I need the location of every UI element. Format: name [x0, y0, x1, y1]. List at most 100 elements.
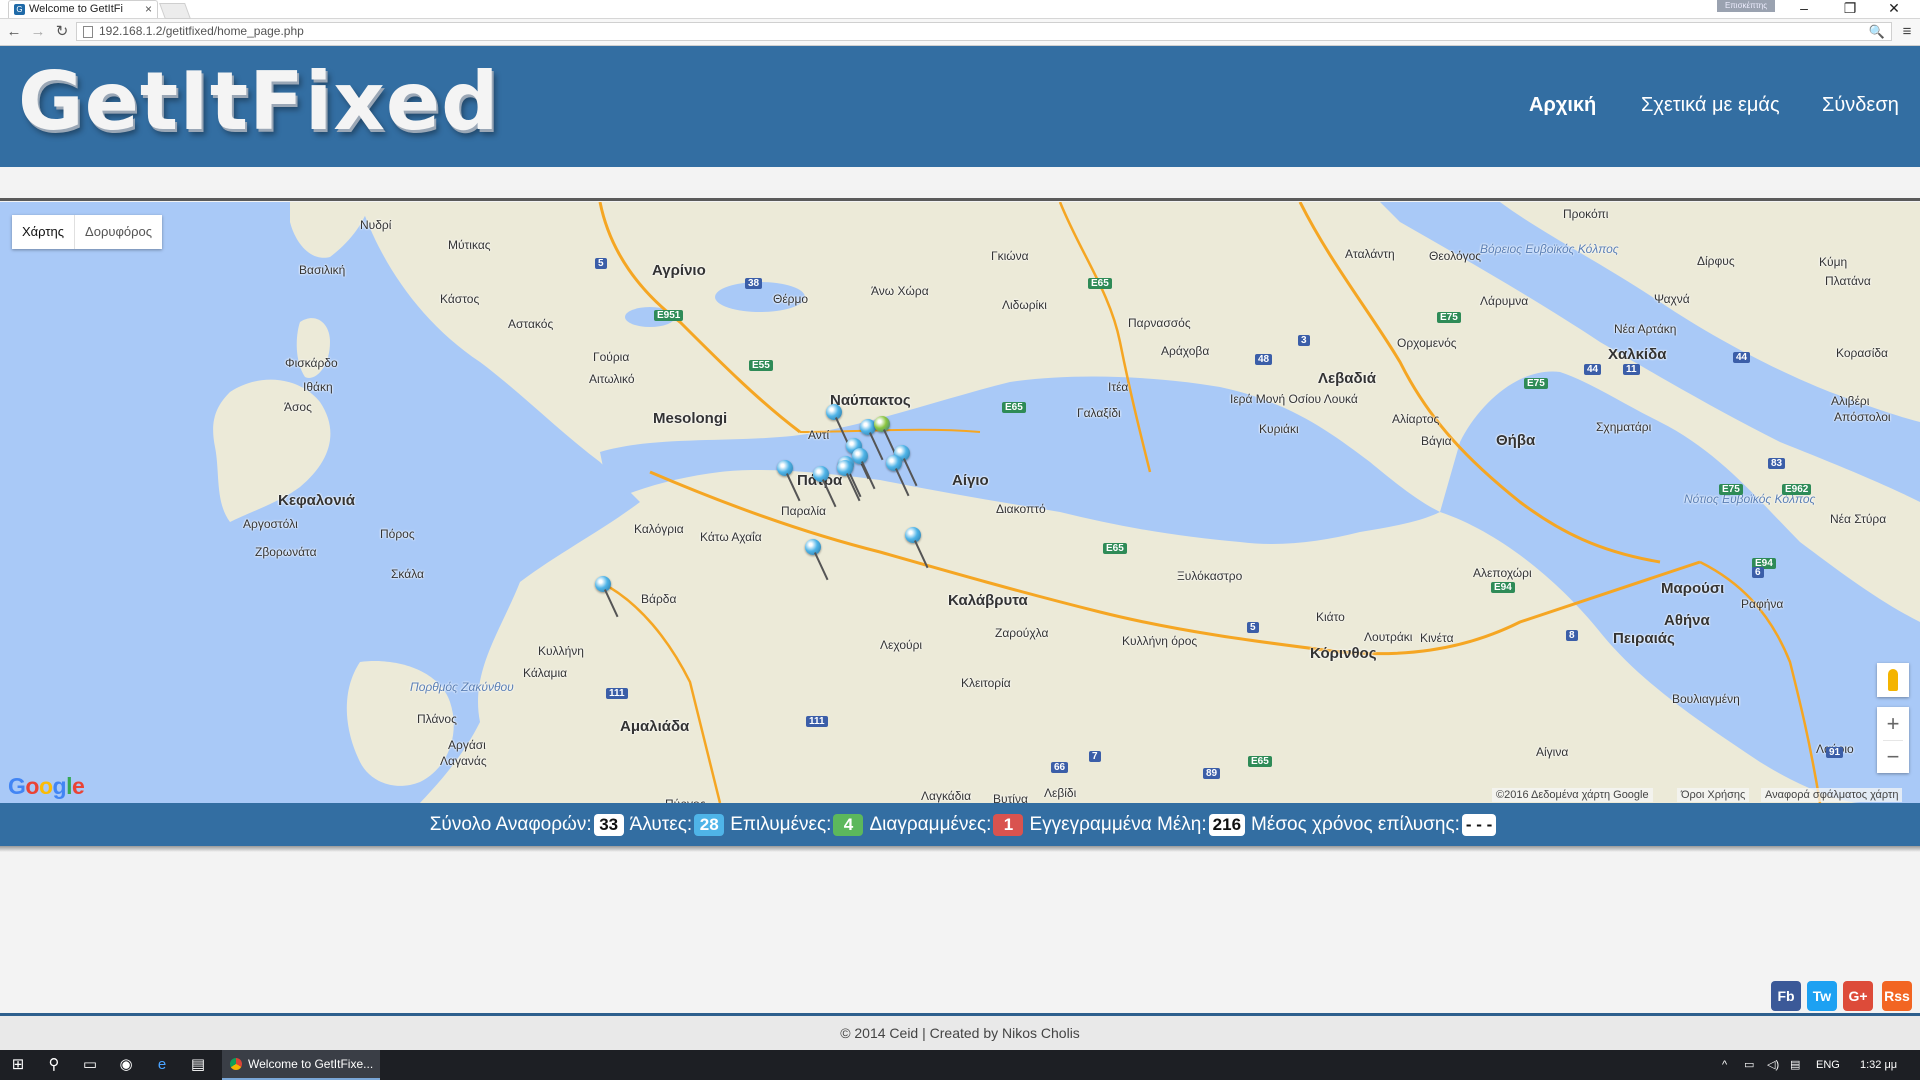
- clock[interactable]: 1:32 μμ: [1860, 1050, 1897, 1080]
- map-report-error-link[interactable]: Αναφορά σφάλματος χάρτη: [1761, 788, 1903, 802]
- google-logo[interactable]: Google: [8, 773, 85, 800]
- stat-avg-badge: - - -: [1461, 813, 1497, 836]
- minimize-icon[interactable]: –: [1784, 0, 1824, 18]
- close-window-icon[interactable]: ✕: [1874, 0, 1914, 18]
- search-icon[interactable]: ⚲: [36, 1050, 72, 1080]
- map-place-label: Ψαχνά: [1654, 292, 1690, 306]
- map-place-label: Λουτράκι: [1364, 630, 1413, 644]
- stats-bar: Σύνολο Αναφορών: 33 Άλυτες: 28 Επιλυμένε…: [0, 803, 1920, 846]
- stats-bar-shadow: [0, 846, 1920, 852]
- zoom-in-button[interactable]: +: [1877, 707, 1909, 740]
- notification-icon[interactable]: ▤: [1790, 1050, 1800, 1080]
- map-type-map-button[interactable]: Χάρτης: [12, 215, 74, 249]
- map-place-label: Θήβα: [1496, 432, 1536, 449]
- windows-start-icon[interactable]: ⊞: [0, 1050, 36, 1080]
- twitter-button[interactable]: Tw: [1807, 981, 1837, 1011]
- zoom-out-button[interactable]: −: [1877, 740, 1909, 773]
- language-indicator[interactable]: ENG: [1816, 1050, 1840, 1080]
- report-map-pin[interactable]: [595, 576, 635, 621]
- map-place-label: Ιθάκη: [303, 380, 333, 394]
- map-place-label: Λαγκάδια: [921, 789, 972, 803]
- map-place-label: Διακοπτό: [996, 502, 1046, 516]
- report-map-pin[interactable]: [777, 460, 817, 505]
- stat-avg-label: Μέσος χρόνος επίλυσης:: [1251, 813, 1460, 835]
- task-view-icon[interactable]: ▭: [72, 1050, 108, 1080]
- map-place-label: Θεολόγος: [1429, 249, 1482, 263]
- rss-button[interactable]: Rss: [1882, 981, 1912, 1011]
- reload-icon[interactable]: ↻: [52, 22, 72, 42]
- road-shield: 91: [1826, 747, 1844, 758]
- road-shield: 111: [806, 716, 828, 727]
- forward-icon[interactable]: →: [28, 22, 48, 42]
- tab-title: Welcome to GetItFi: [29, 3, 123, 15]
- profile-label[interactable]: Επισκέπτης: [1717, 0, 1775, 12]
- report-map-pin[interactable]: [905, 527, 945, 572]
- map-place-label: Αλιβέρι: [1831, 394, 1870, 408]
- app-taskbar-icon[interactable]: ▤: [180, 1050, 216, 1080]
- map-place-label: Βυτίνα: [993, 792, 1028, 803]
- volume-icon[interactable]: ◁): [1767, 1050, 1779, 1080]
- url-text: 192.168.1.2/getitfixed/home_page.php: [99, 24, 304, 38]
- map-place-label: Ξυλόκαστρο: [1177, 569, 1243, 583]
- chrome-taskbar-icon[interactable]: ◉: [108, 1050, 144, 1080]
- map-place-label: Αίγιο: [952, 472, 989, 489]
- road-shield: 3: [1298, 335, 1310, 346]
- new-tab-button[interactable]: [159, 3, 191, 19]
- map-place-label: Βόρειος Ευβοϊκός Κόλπος: [1480, 242, 1619, 256]
- nav-home-link[interactable]: Αρχική: [1529, 94, 1596, 117]
- street-view-pegman-icon[interactable]: [1877, 663, 1909, 697]
- map-place-label: Βάγια: [1421, 434, 1452, 448]
- map-type-satellite-button[interactable]: Δορυφόρος: [74, 215, 162, 249]
- map-place-label: Λεβίδι: [1044, 786, 1077, 800]
- nav-login-link[interactable]: Σύνδεση: [1822, 94, 1899, 117]
- road-shield: 44: [1584, 364, 1602, 375]
- road-shield: E65: [1088, 278, 1112, 289]
- road-shield: E65: [1002, 402, 1026, 413]
- zoom-icon[interactable]: 🔍: [1869, 23, 1885, 40]
- map-place-label: Αγρίνιο: [652, 262, 706, 279]
- report-map-pin[interactable]: [886, 455, 926, 500]
- browser-menu-icon[interactable]: ≡: [1898, 22, 1916, 42]
- map-place-label: Αστακός: [508, 317, 554, 331]
- map-place-label: Γούρια: [593, 350, 630, 364]
- map-place-label: Αλεποχώρι: [1473, 566, 1532, 580]
- taskbar-browser-window[interactable]: Welcome to GetItFixe...: [222, 1050, 380, 1080]
- browser-tab[interactable]: G Welcome to GetItFi ×: [8, 0, 158, 18]
- road-shield: 7: [1089, 751, 1101, 762]
- header-divider: [0, 167, 1920, 201]
- chrome-icon: [230, 1058, 242, 1070]
- map-place-label: Αιτωλικό: [589, 372, 635, 386]
- map-place-label: Νυδρί: [360, 218, 392, 232]
- map-place-label: Βουλιαγμένη: [1672, 692, 1740, 706]
- edge-taskbar-icon[interactable]: e: [144, 1050, 180, 1080]
- facebook-button[interactable]: Fb: [1771, 981, 1801, 1011]
- map-place-label: Κυλλήνη: [538, 644, 584, 658]
- stat-unsolved-label: Άλυτες:: [629, 813, 693, 835]
- road-shield: E75: [1719, 484, 1743, 495]
- road-shield: 111: [606, 688, 628, 699]
- google-plus-button[interactable]: G+: [1843, 981, 1873, 1011]
- map-terms-link[interactable]: Όροι Χρήσης: [1677, 788, 1750, 802]
- road-shield: 89: [1203, 768, 1221, 779]
- restore-icon[interactable]: ❐: [1830, 0, 1870, 18]
- site-favicon-icon: G: [14, 4, 25, 15]
- tab-close-icon[interactable]: ×: [145, 1, 152, 18]
- map-place-label: Ιερά Μονή Οσίου Λουκά: [1230, 392, 1358, 406]
- map-place-label: Χαλκίδα: [1608, 346, 1667, 363]
- nav-about-link[interactable]: Σχετικά με εμάς: [1641, 94, 1780, 117]
- report-map-pin[interactable]: [805, 539, 845, 584]
- network-icon[interactable]: ▭: [1744, 1050, 1754, 1080]
- map-canvas[interactable]: Νυδρί Μύτικας Αγρίνιο Θέρμο Άνω Χώρα Γκιώνα Λι…: [0, 202, 1920, 803]
- map-place-label: Θέρμο: [773, 292, 809, 306]
- road-shield: 48: [1255, 354, 1273, 365]
- report-map-pin[interactable]: [813, 466, 853, 511]
- stat-total-badge: 33: [593, 813, 624, 836]
- map-place-label: Αταλάντη: [1345, 247, 1395, 261]
- site-logo[interactable]: GetItFixed: [18, 62, 499, 142]
- back-icon[interactable]: ←: [4, 22, 24, 42]
- url-input[interactable]: 192.168.1.2/getitfixed/home_page.php 🔍: [76, 22, 1892, 41]
- map-place-label: Νέα Στύρα: [1830, 512, 1887, 526]
- tray-chevron-icon[interactable]: ^: [1722, 1050, 1727, 1080]
- map-place-label: Άσος: [284, 400, 312, 414]
- map-place-label: Πορθμός Ζακύνθου: [410, 680, 514, 694]
